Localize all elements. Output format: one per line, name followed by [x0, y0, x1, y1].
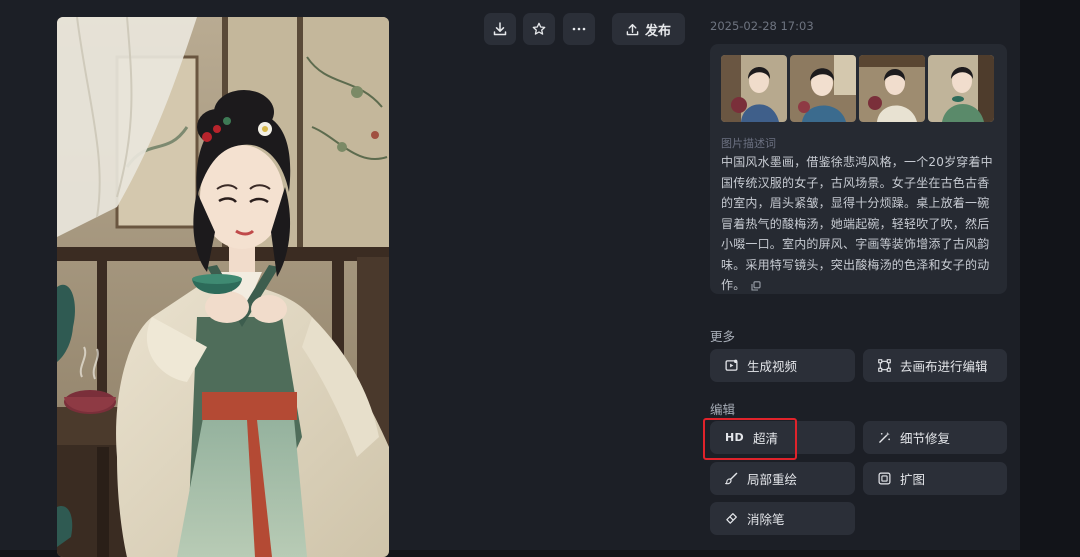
magic-wand-icon	[879, 431, 890, 443]
thumbnail[interactable]	[859, 55, 925, 122]
thumbnail[interactable]	[790, 55, 856, 122]
creation-timestamp: 2025-02-28 17:03	[710, 19, 814, 33]
more-button[interactable]	[563, 13, 595, 45]
generate-video-label: 生成视频	[747, 359, 798, 374]
favorite-button[interactable]	[523, 13, 555, 45]
publish-label: 发布	[645, 23, 672, 39]
section-title-edit: 编辑	[710, 402, 736, 417]
upload-icon	[626, 23, 639, 35]
video-icon	[725, 359, 738, 371]
prompt-card: 图片描述词 中国风水墨画，借鉴徐悲鸿风格，一个20岁穿着中国传统汉服的女子，古风…	[710, 44, 1007, 294]
highlight-box	[703, 418, 797, 460]
brush-icon	[725, 472, 738, 485]
download-button[interactable]	[484, 13, 516, 45]
detail-repair-label: 细节修复	[900, 431, 951, 446]
prompt-label: 图片描述词	[721, 137, 776, 150]
thumbnail[interactable]	[928, 55, 994, 122]
canvas-icon	[878, 359, 891, 372]
canvas-edit-button[interactable]: 去画布进行编辑	[863, 349, 1007, 382]
inpaint-button[interactable]: 局部重绘	[710, 462, 855, 495]
expand-image-button[interactable]: 扩图	[863, 462, 1007, 495]
more-dots-icon	[572, 27, 586, 31]
prompt-text-block: 中国风水墨画，借鉴徐悲鸿风格，一个20岁穿着中国传统汉服的女子，古风场景。女子坐…	[721, 152, 999, 296]
expand-frame-icon	[878, 472, 891, 485]
eraser-button[interactable]: 消除笔	[710, 502, 855, 535]
generate-video-button[interactable]: 生成视频	[710, 349, 855, 382]
thumbnail-strip	[721, 55, 994, 122]
thumbnail[interactable]	[721, 55, 787, 122]
eraser-label: 消除笔	[747, 512, 785, 527]
generated-image[interactable]	[57, 17, 389, 557]
detail-repair-button[interactable]: 细节修复	[863, 421, 1007, 454]
window-edge	[1020, 0, 1080, 550]
download-icon	[493, 22, 507, 36]
inpaint-label: 局部重绘	[747, 472, 798, 487]
prompt-text: 中国风水墨画，借鉴徐悲鸿风格，一个20岁穿着中国传统汉服的女子，古风场景。女子坐…	[721, 155, 993, 292]
expand-image-label: 扩图	[900, 472, 926, 487]
copy-icon[interactable]	[751, 280, 761, 291]
star-icon	[532, 22, 546, 35]
publish-button[interactable]: 发布	[612, 13, 686, 45]
section-title-more: 更多	[710, 329, 736, 344]
eraser-icon	[726, 513, 737, 524]
canvas-edit-label: 去画布进行编辑	[900, 359, 988, 374]
